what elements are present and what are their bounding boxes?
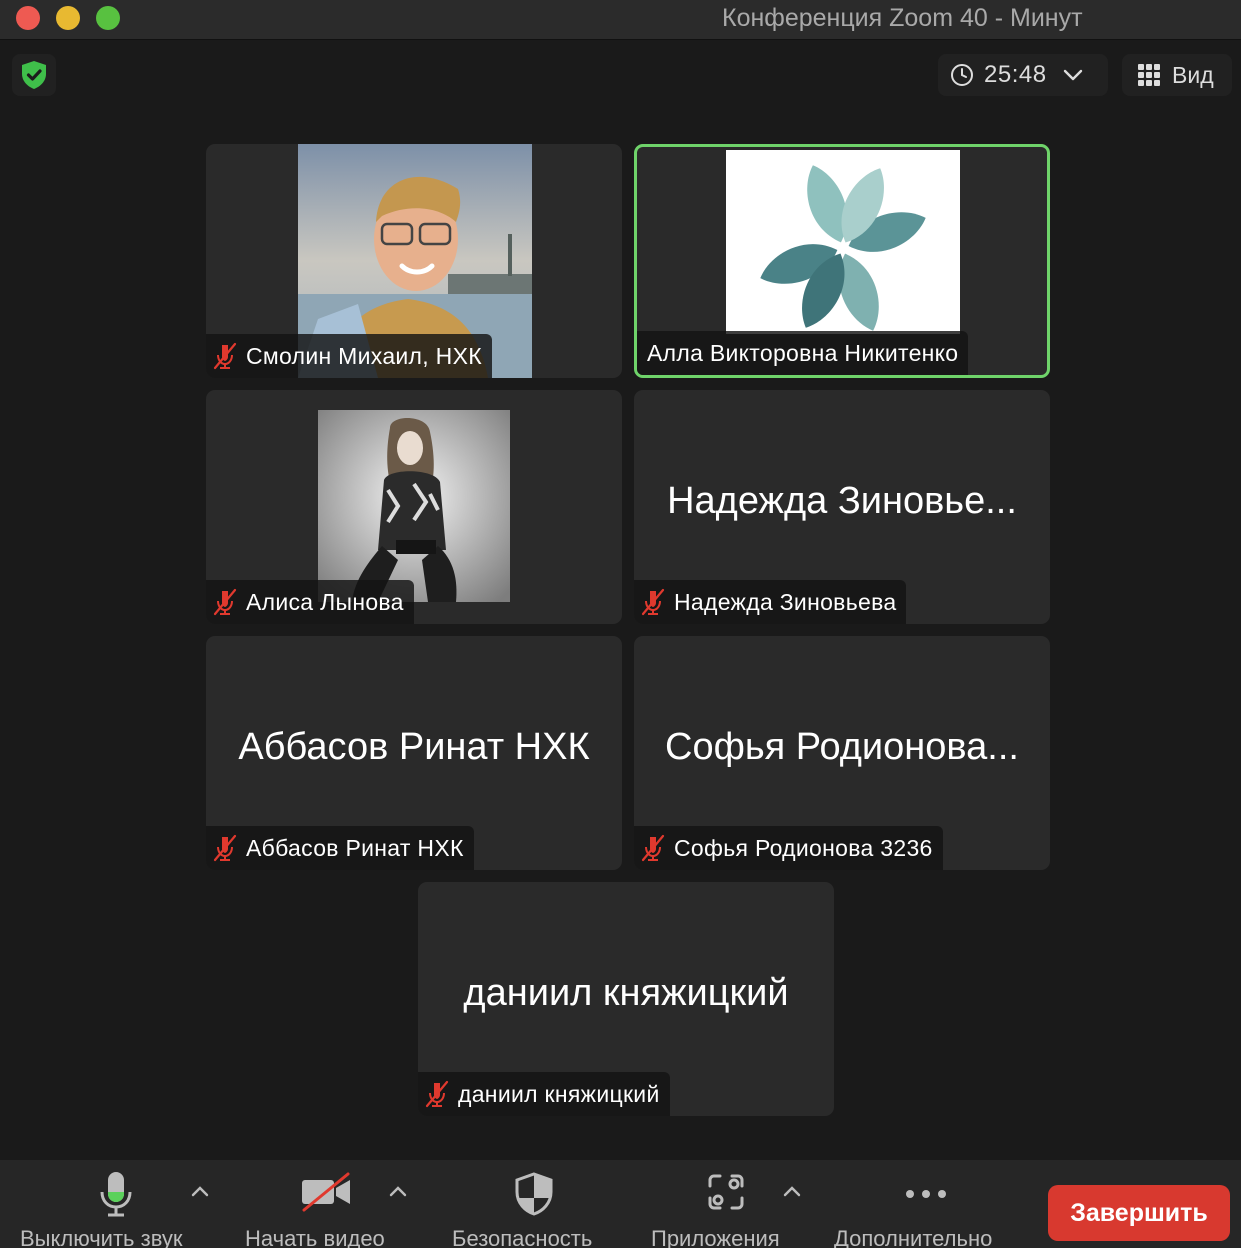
mute-button[interactable]: Выключить звук bbox=[0, 1160, 230, 1248]
apps-options-caret-icon[interactable] bbox=[782, 1184, 802, 1198]
grid-view-icon bbox=[1138, 64, 1160, 86]
encryption-status-button[interactable] bbox=[12, 54, 56, 96]
window-title: Конференция Zoom 40 - Минут bbox=[722, 4, 1083, 32]
mic-muted-icon bbox=[213, 588, 237, 616]
participant-name: Алиса Лынова bbox=[246, 588, 404, 615]
participant-name-tag: даниил княжицкий bbox=[418, 1072, 670, 1116]
close-window-button[interactable] bbox=[16, 6, 40, 30]
minimize-window-button[interactable] bbox=[56, 6, 80, 30]
participant-tile[interactable]: даниил княжицкий даниил княжицкий bbox=[418, 882, 834, 1116]
mic-muted-icon bbox=[213, 834, 237, 862]
meeting-timer: 25:48 bbox=[984, 61, 1047, 88]
apps-label: Приложения bbox=[651, 1226, 780, 1248]
mic-muted-icon bbox=[425, 1080, 449, 1108]
participant-name-tag: Аббасов Ринат НХК bbox=[206, 826, 474, 870]
title-bar: Конференция Zoom 40 - Минут bbox=[0, 0, 1241, 40]
more-dots-icon bbox=[906, 1190, 946, 1198]
video-options-caret-icon[interactable] bbox=[388, 1184, 408, 1198]
zoom-window-button[interactable] bbox=[96, 6, 120, 30]
participant-name-tag: Софья Родионова 3236 bbox=[634, 826, 943, 870]
participant-name: Алла Викторовна Никитенко bbox=[647, 339, 959, 366]
more-button[interactable]: Дополнительно bbox=[830, 1160, 1026, 1248]
chevron-down-icon bbox=[1063, 69, 1082, 81]
participant-display-name: Аббасов Ринат НХК bbox=[238, 726, 590, 768]
security-label: Безопасность bbox=[452, 1226, 593, 1248]
mic-muted-icon bbox=[641, 834, 665, 862]
end-meeting-button[interactable]: Завершить bbox=[1048, 1185, 1230, 1241]
view-button[interactable]: Вид bbox=[1122, 54, 1232, 96]
apps-icon bbox=[708, 1174, 744, 1210]
participant-logo-image bbox=[726, 150, 960, 334]
clock-icon bbox=[951, 64, 973, 86]
participant-name-tag: Смолин Михаил, НХК bbox=[206, 334, 492, 378]
mic-muted-icon bbox=[641, 588, 665, 616]
participant-name: Аббасов Ринат НХК bbox=[246, 834, 464, 861]
apps-button[interactable]: Приложения bbox=[644, 1160, 820, 1248]
more-label: Дополнительно bbox=[834, 1226, 993, 1248]
participant-tile[interactable]: Софья Родионова... Софья Родионова 3236 bbox=[634, 636, 1050, 870]
participant-name: Софья Родионова 3236 bbox=[674, 834, 933, 861]
shield-icon bbox=[515, 1172, 553, 1216]
participant-name: даниил княжицкий bbox=[458, 1080, 660, 1107]
start-video-button[interactable]: Начать видео bbox=[236, 1160, 426, 1248]
participant-photo bbox=[318, 410, 510, 602]
microphone-icon bbox=[100, 1172, 132, 1217]
participant-tile[interactable]: Надежда Зиновье... Надежда Зиновьева bbox=[634, 390, 1050, 624]
participant-tile-active-speaker[interactable]: Алла Викторовна Никитенко bbox=[634, 144, 1050, 378]
audio-options-caret-icon[interactable] bbox=[190, 1184, 210, 1198]
participant-name-tag: Алиса Лынова bbox=[206, 580, 414, 624]
end-meeting-label: Завершить bbox=[1070, 1198, 1208, 1227]
participant-display-name: Софья Родионова... bbox=[665, 726, 1019, 768]
participant-tile[interactable]: Аббасов Ринат НХК Аббасов Ринат НХК bbox=[206, 636, 622, 870]
participant-name: Смолин Михаил, НХК bbox=[246, 342, 482, 369]
view-label: Вид bbox=[1172, 61, 1214, 88]
participant-name: Надежда Зиновьева bbox=[674, 588, 897, 615]
video-off-icon bbox=[302, 1172, 350, 1212]
meeting-timer-button[interactable]: 25:48 bbox=[938, 54, 1108, 96]
shield-check-icon bbox=[22, 61, 46, 89]
video-label: Начать видео bbox=[245, 1226, 385, 1248]
participant-name-tag: Надежда Зиновьева bbox=[634, 580, 907, 624]
participant-display-name: Надежда Зиновье... bbox=[667, 480, 1017, 522]
participant-name-tag: Алла Викторовна Никитенко bbox=[637, 331, 969, 375]
security-button[interactable]: Безопасность bbox=[446, 1160, 622, 1248]
mic-muted-icon bbox=[213, 342, 237, 370]
participant-display-name: даниил княжицкий bbox=[463, 972, 789, 1014]
participant-tile[interactable]: Смолин Михаил, НХК bbox=[206, 144, 622, 378]
participant-tile[interactable]: Алиса Лынова bbox=[206, 390, 622, 624]
mute-label: Выключить звук bbox=[20, 1226, 183, 1248]
